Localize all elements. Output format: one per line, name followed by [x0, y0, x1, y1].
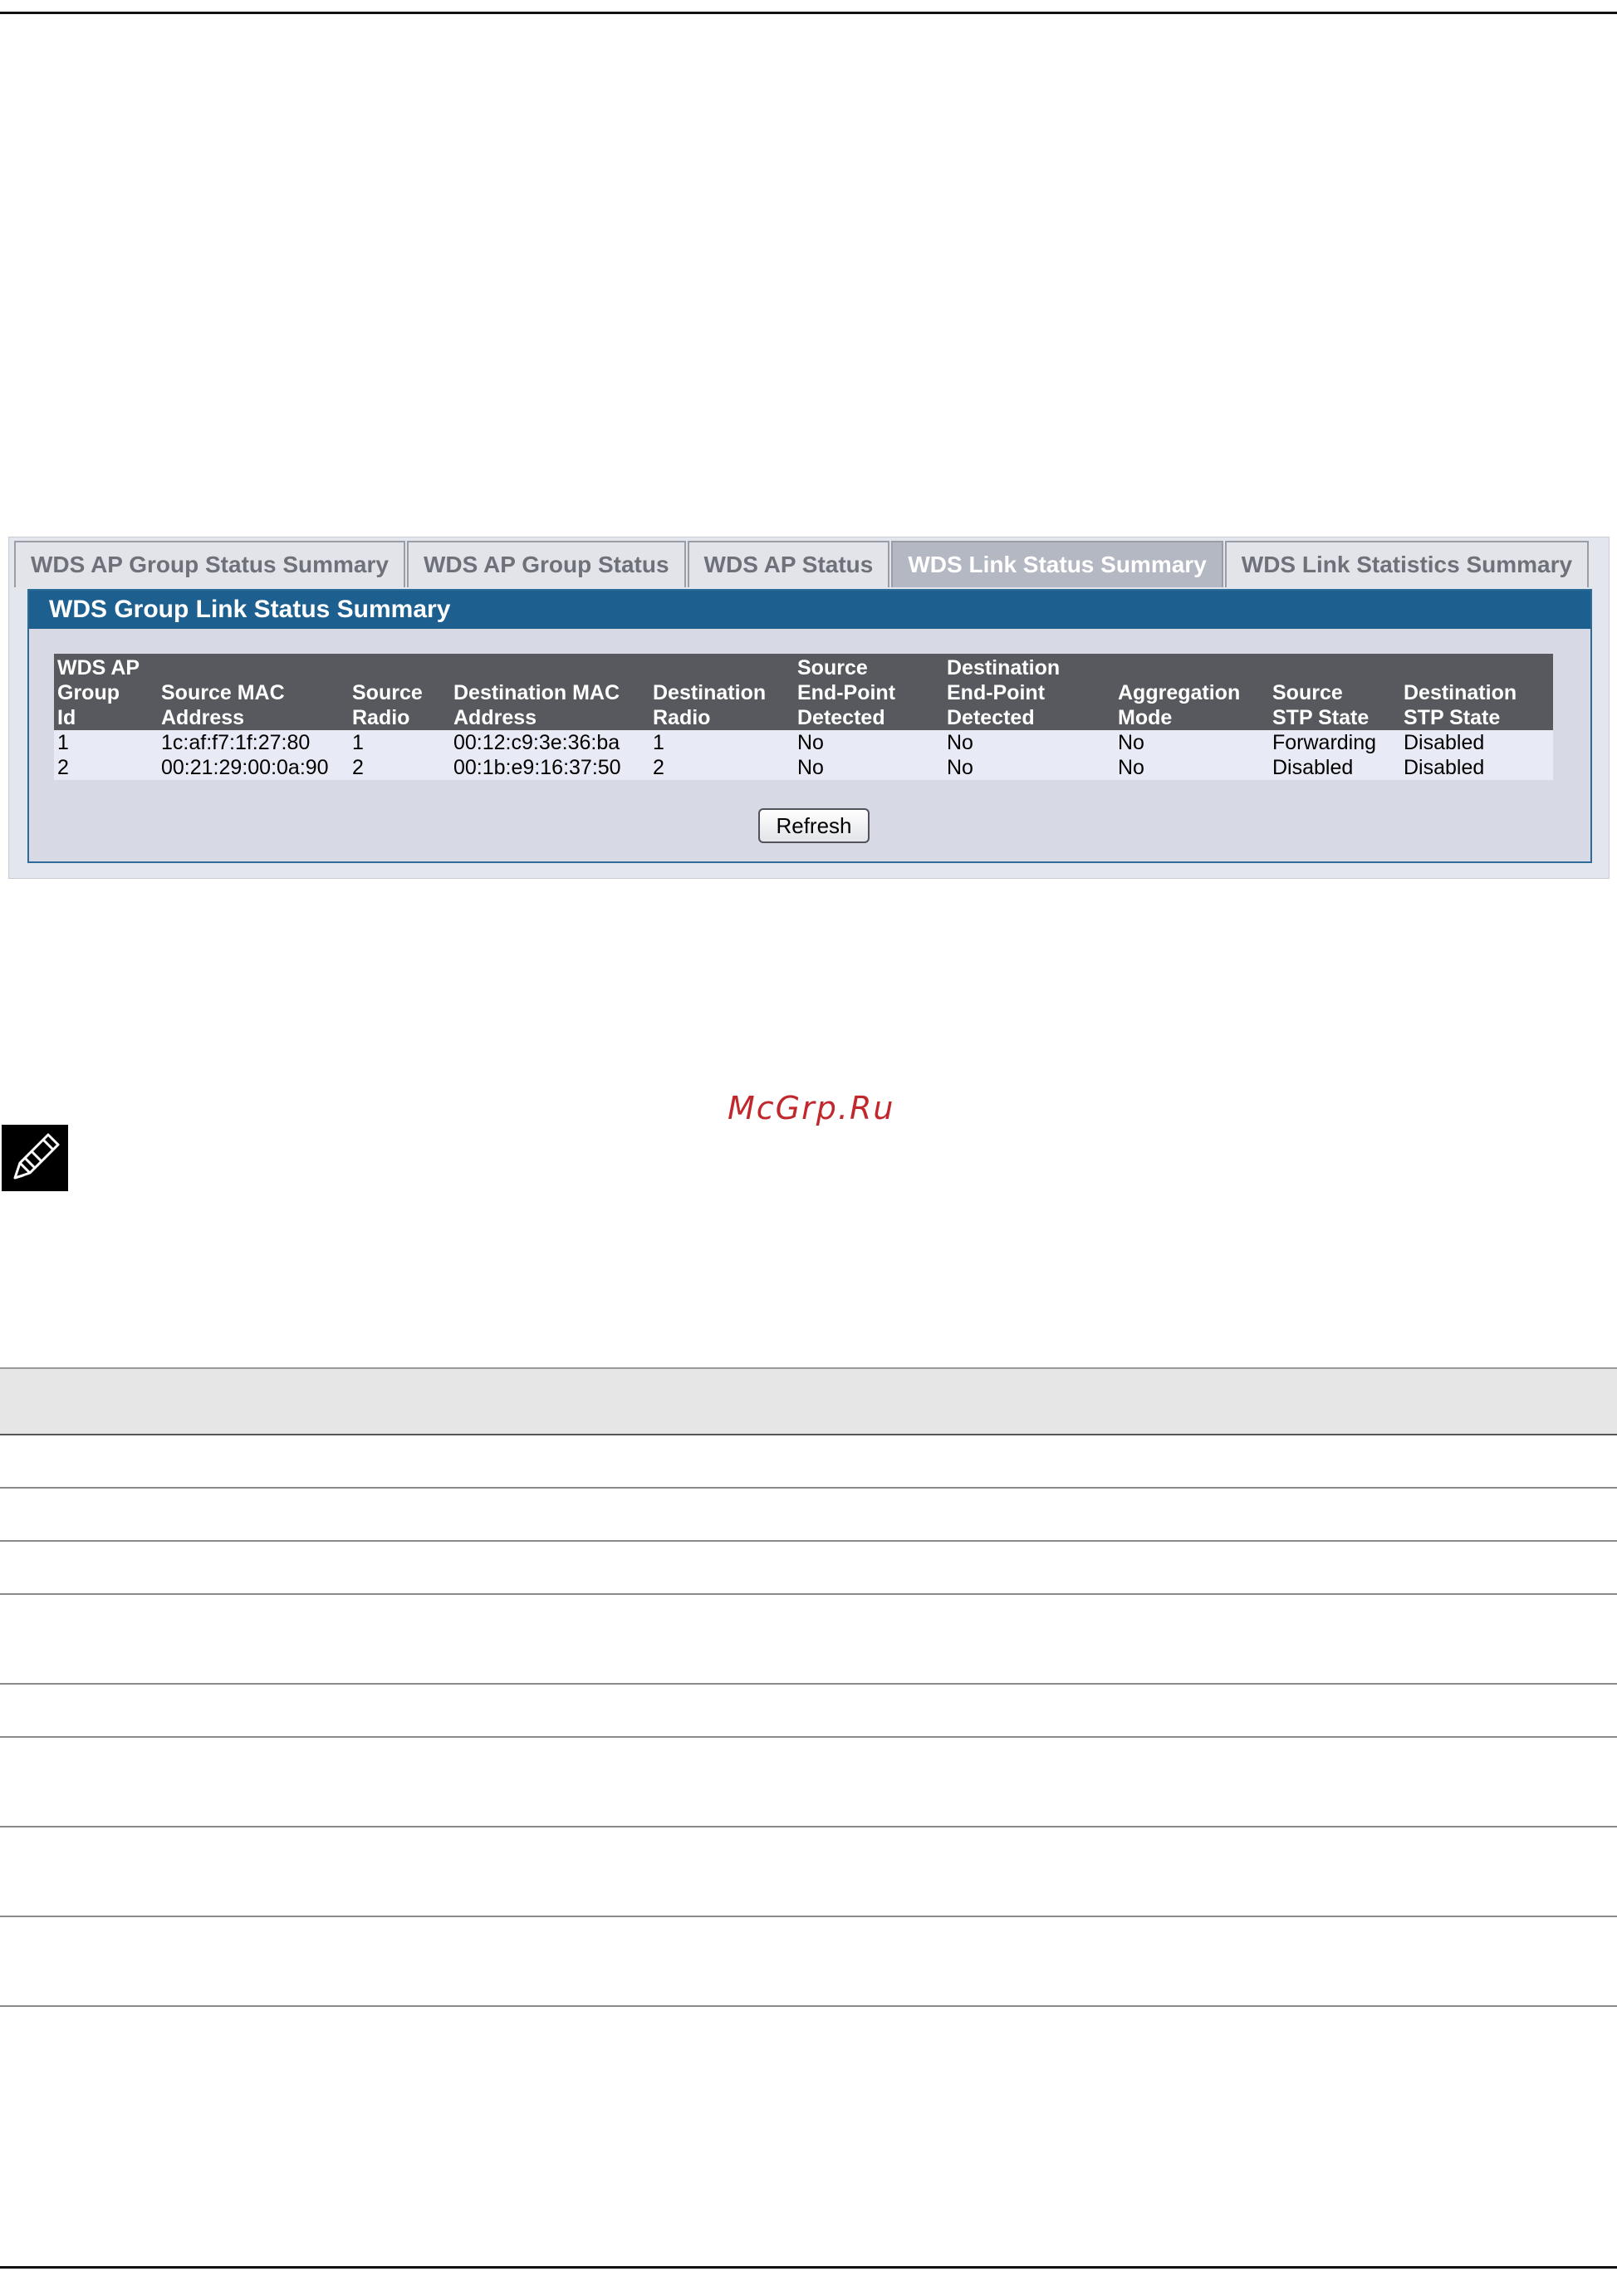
col-header-destination-endpoint-detected: Destination End-Point Detected [943, 654, 1115, 730]
field-table-divider [0, 1593, 1617, 1595]
col-header-source-stp-state: Source STP State [1269, 654, 1400, 730]
page-bottom-rule [0, 2266, 1617, 2269]
wds-group-link-status-panel: WDS Group Link Status Summary WDS AP Gro… [27, 589, 1592, 863]
field-table-divider [0, 1540, 1617, 1542]
col-header-aggregation-mode: Aggregation Mode [1115, 654, 1269, 730]
cell-source-stp-state: Forwarding [1269, 730, 1400, 755]
tab-wds-link-statistics-summary[interactable]: WDS Link Statistics Summary [1224, 541, 1590, 587]
cell-destination-stp-state: Disabled [1400, 730, 1553, 755]
cell-source-radio: 1 [349, 730, 450, 755]
tab-wds-ap-group-status[interactable]: WDS AP Group Status [406, 541, 686, 587]
tab-wds-ap-status[interactable]: WDS AP Status [687, 541, 890, 587]
cell-source-mac: 00:21:29:00:0a:90 [158, 755, 349, 780]
cell-destination-stp-state: Disabled [1400, 755, 1553, 780]
page-top-rule [0, 12, 1617, 14]
cell-source-mac: 1c:af:f7:1f:27:80 [158, 730, 349, 755]
col-header-source-mac: Source MAC Address [158, 654, 349, 730]
cell-destination-endpoint-detected: No [943, 730, 1115, 755]
col-header-wds-ap-group-id: WDS AP Group Id [54, 654, 158, 730]
cell-source-endpoint-detected: No [794, 755, 943, 780]
cell-source-stp-state: Disabled [1269, 755, 1400, 780]
tab-wds-link-status-summary[interactable]: WDS Link Status Summary [891, 541, 1223, 587]
col-header-destination-mac: Destination MAC Address [450, 654, 649, 730]
cell-destination-mac: 00:1b:e9:16:37:50 [450, 755, 649, 780]
cell-group-id: 2 [54, 755, 158, 780]
wds-link-status-screenshot: WDS AP Group Status Summary WDS AP Group… [8, 537, 1610, 879]
refresh-button[interactable]: Refresh [758, 808, 870, 843]
col-header-source-radio: Source Radio [349, 654, 450, 730]
col-header-destination-radio: Destination Radio [649, 654, 794, 730]
watermark-text: McGrp.Ru [728, 1090, 895, 1126]
col-header-source-endpoint-detected: Source End-Point Detected [794, 654, 943, 730]
cell-destination-endpoint-detected: No [943, 755, 1115, 780]
field-table-divider [0, 1826, 1617, 1827]
field-table-divider [0, 1683, 1617, 1685]
col-header-destination-stp-state: Destination STP State [1400, 654, 1553, 730]
tab-bar: WDS AP Group Status Summary WDS AP Group… [14, 541, 1590, 589]
panel-title: WDS Group Link Status Summary [29, 591, 1590, 629]
table-header-row: WDS AP Group Id Source MAC Address Sourc… [54, 654, 1553, 730]
cell-source-endpoint-detected: No [794, 730, 943, 755]
field-table-header [0, 1367, 1617, 1435]
field-table-divider [0, 1916, 1617, 1917]
cell-group-id: 1 [54, 730, 158, 755]
table-row: 2 00:21:29:00:0a:90 2 00:1b:e9:16:37:50 … [54, 755, 1553, 780]
cell-destination-radio: 2 [649, 755, 794, 780]
tab-wds-ap-group-status-summary[interactable]: WDS AP Group Status Summary [14, 541, 405, 587]
field-table-divider [0, 1736, 1617, 1738]
cell-destination-radio: 1 [649, 730, 794, 755]
pencil-note-icon [2, 1125, 68, 1191]
cell-destination-mac: 00:12:c9:3e:36:ba [450, 730, 649, 755]
link-status-table: WDS AP Group Id Source MAC Address Sourc… [54, 654, 1553, 780]
cell-aggregation-mode: No [1115, 755, 1269, 780]
field-table-divider [0, 2005, 1617, 2007]
table-row: 1 1c:af:f7:1f:27:80 1 00:12:c9:3e:36:ba … [54, 730, 1553, 755]
field-table-divider [0, 1487, 1617, 1489]
cell-source-radio: 2 [349, 755, 450, 780]
cell-aggregation-mode: No [1115, 730, 1269, 755]
